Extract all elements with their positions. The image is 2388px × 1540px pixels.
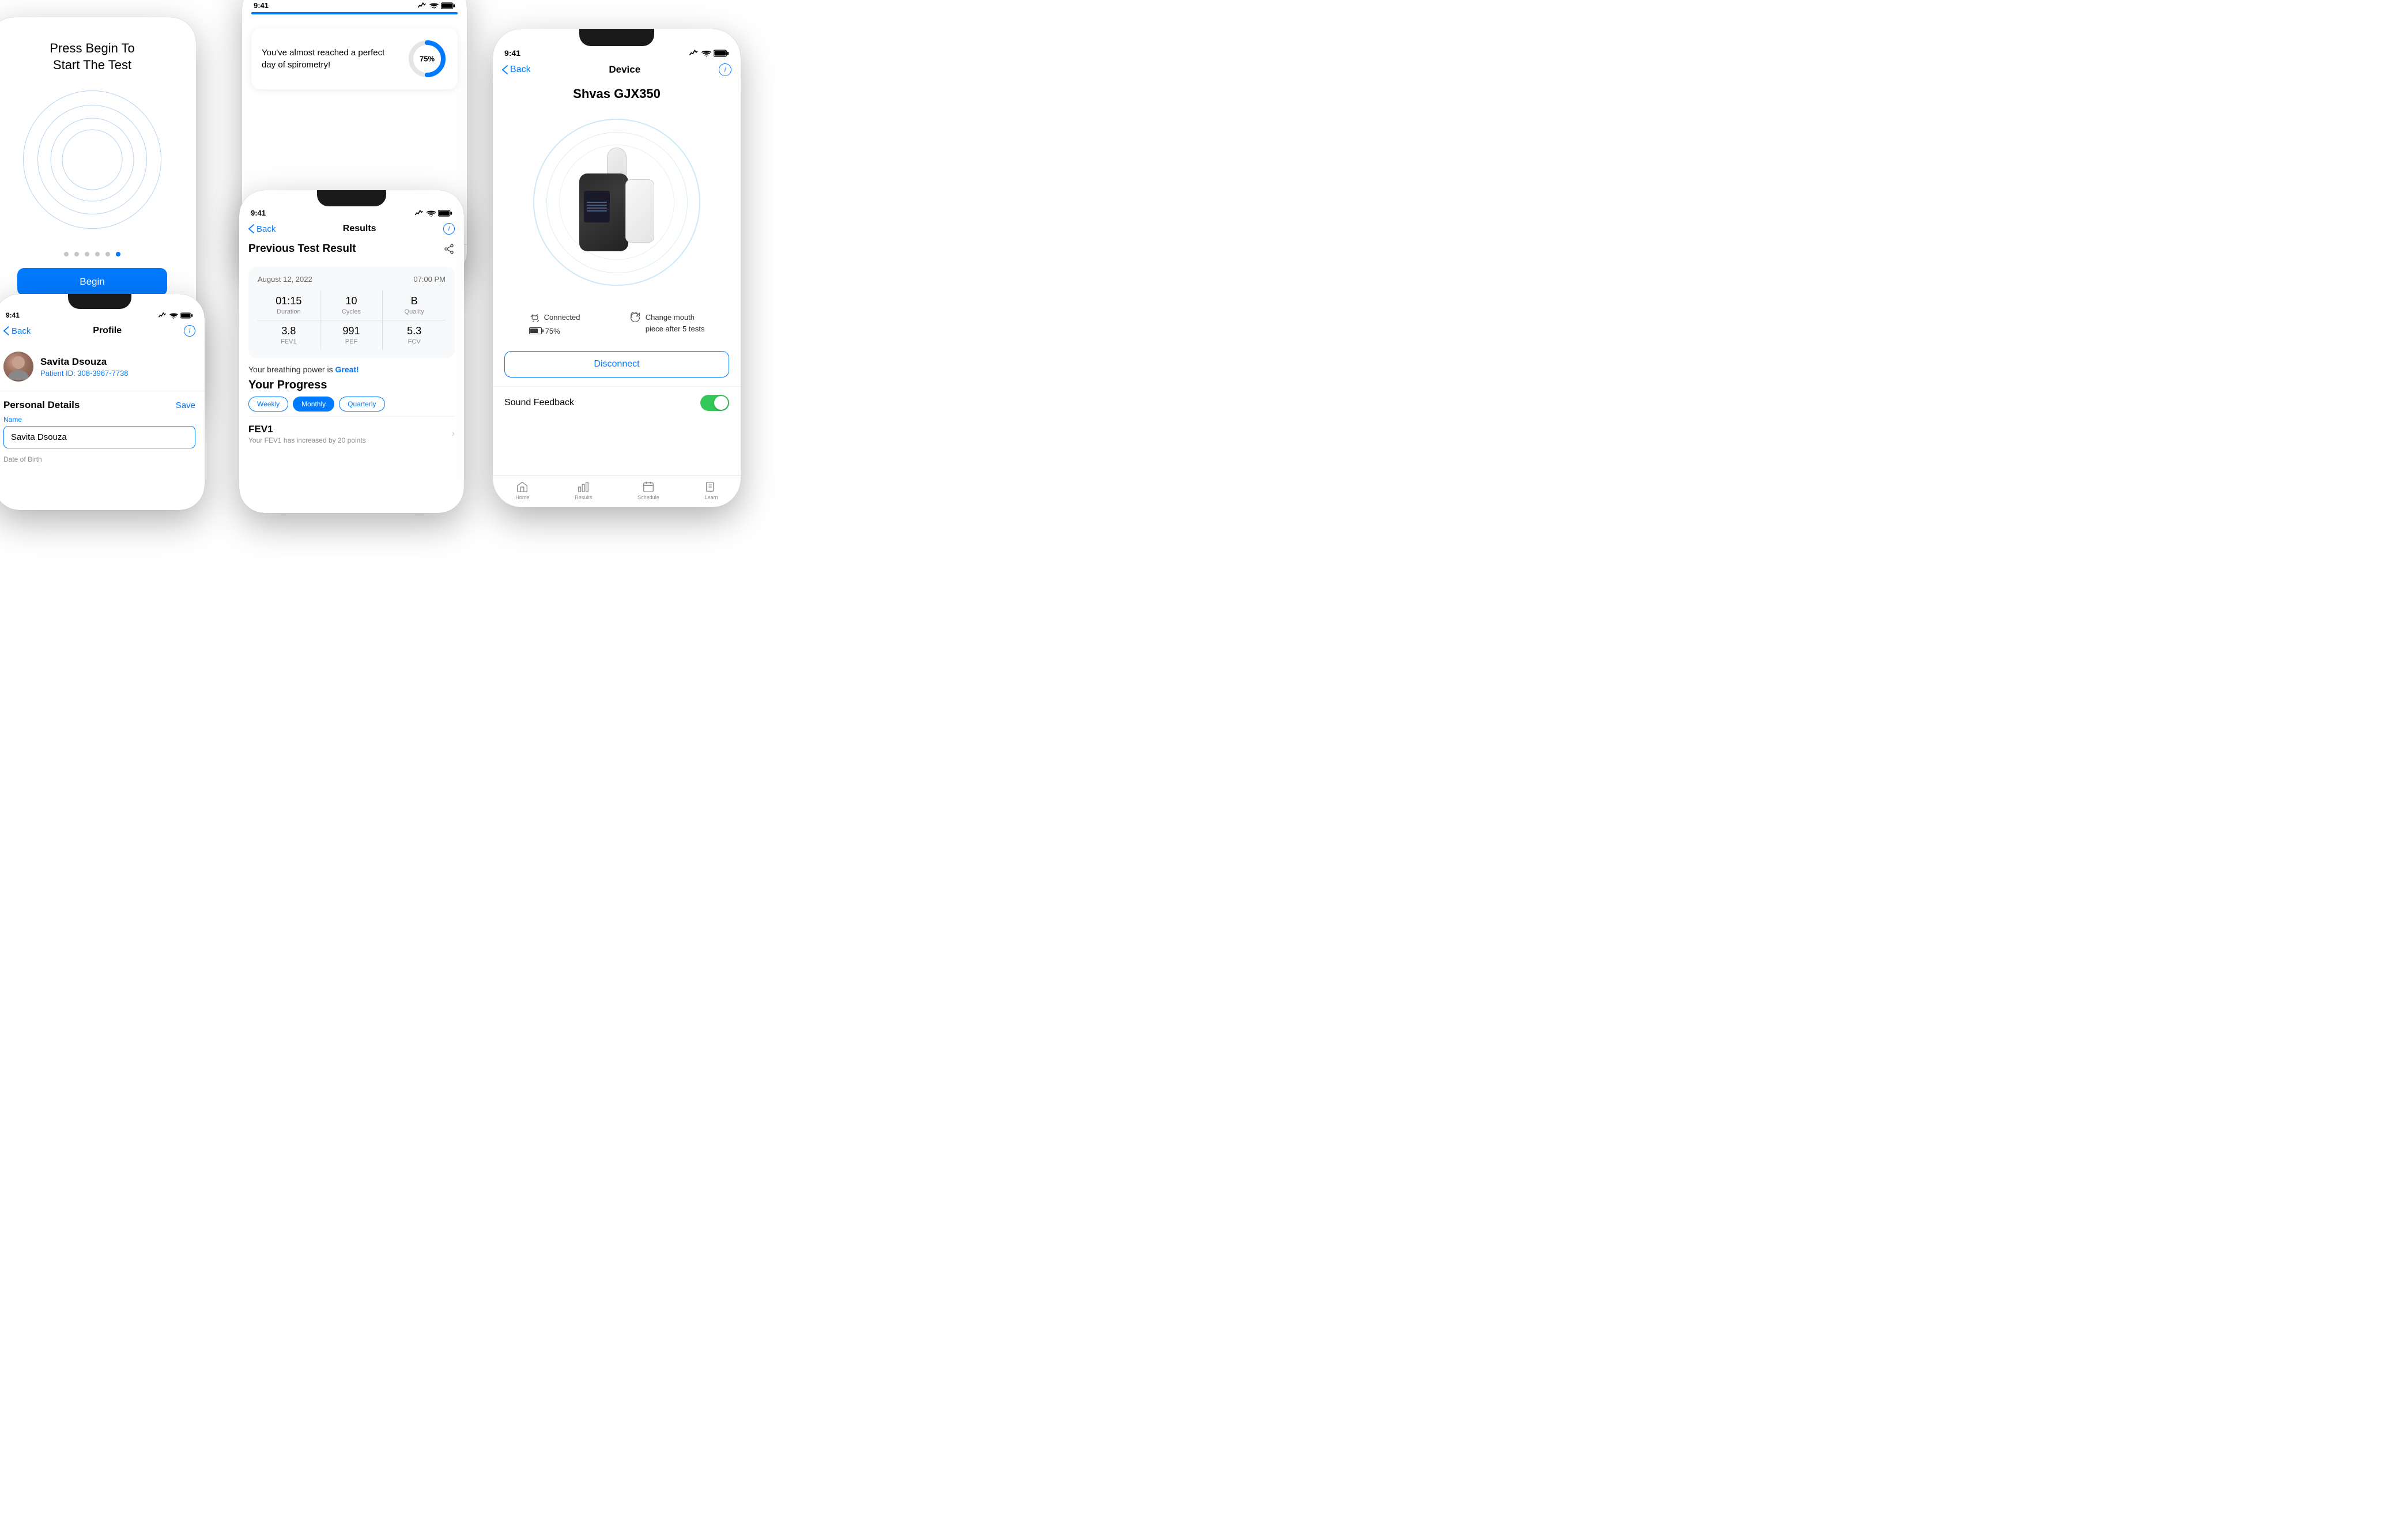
info-icon-device[interactable]: i xyxy=(719,63,731,76)
avatar xyxy=(3,352,33,382)
metrics-row-2: 3.8 FEV1 991 PEF 5.3 FCV xyxy=(258,320,446,350)
nav-learn-label-p5: Learn xyxy=(705,495,718,500)
cycles-label: Cycles xyxy=(342,308,361,315)
breathing-prefix: Your breathing power is xyxy=(248,365,335,374)
progress-donut: 75% xyxy=(407,39,447,79)
fcv-label: FCV xyxy=(408,338,421,345)
monthly-button[interactable]: Monthly xyxy=(293,397,334,412)
results-header: Back Results i xyxy=(239,220,464,240)
fev1-row-title: FEV1 xyxy=(248,424,366,435)
sound-feedback-label: Sound Feedback xyxy=(504,398,574,408)
nav-schedule-label-p5: Schedule xyxy=(637,495,659,500)
phone-results-screen: 9:41 Back Results i Previous Test Result xyxy=(239,190,464,513)
personal-details-section: Personal Details Save xyxy=(0,391,205,416)
back-label-device: Back xyxy=(510,65,531,75)
progress-description: You've almost reached a perfect day of s… xyxy=(262,47,398,71)
back-label-results: Back xyxy=(256,224,276,234)
breathing-quality: Great! xyxy=(335,365,359,374)
nav-schedule-p5[interactable]: Schedule xyxy=(637,481,659,500)
fev1-value: 3.8 xyxy=(281,325,296,337)
name-input[interactable] xyxy=(3,426,195,448)
quarterly-button[interactable]: Quarterly xyxy=(339,397,384,412)
info-icon-results[interactable]: i xyxy=(443,223,455,235)
progress-percent: 75% xyxy=(420,55,435,63)
breath-circle xyxy=(17,85,167,235)
profile-user-row: Savita Dsouza Patient ID: 308-3967-7738 xyxy=(0,342,205,391)
sound-feedback-row: Sound Feedback xyxy=(493,386,741,419)
personal-details-title: Personal Details xyxy=(3,399,80,411)
cycles-value: 10 xyxy=(345,295,357,307)
progress-section-title: Your Progress xyxy=(248,379,455,392)
result-time: 07:00 PM xyxy=(413,275,446,284)
connected-status: Connected 75% xyxy=(529,312,580,337)
phone-device-screen: 9:41 Back Device i Shvas GJX350 xyxy=(493,29,741,507)
nav-home-p5[interactable]: Home xyxy=(515,481,529,500)
phone-profile-screen: 9:41 Back Profile i xyxy=(0,294,205,510)
fev1-label: FEV1 xyxy=(281,338,297,345)
nav-results-label-p5: Results xyxy=(575,495,592,500)
change-mouthpiece-info: Change mouthpiece after 5 tests xyxy=(629,312,705,337)
metrics-row-1: 01:15 Duration 10 Cycles B Quality xyxy=(258,290,446,320)
nav-results-p5[interactable]: Results xyxy=(575,481,592,500)
device-info-row: Connected 75% Change mouthpiece after 5 … xyxy=(493,306,741,342)
patient-id: Patient ID: 308-3967-7738 xyxy=(40,369,129,378)
name-field-group: Name xyxy=(0,416,205,455)
connected-label: Connected xyxy=(544,312,580,323)
nav-home-label-p5: Home xyxy=(515,495,529,500)
duration-label: Duration xyxy=(277,308,301,315)
fcv-value: 5.3 xyxy=(407,325,421,337)
progress-card: You've almost reached a perfect day of s… xyxy=(251,28,458,89)
back-button-profile[interactable]: Back xyxy=(3,326,31,336)
fev1-row-subtitle: Your FEV1 has increased by 20 points xyxy=(248,436,366,444)
status-time-p5: 9:41 xyxy=(504,48,520,58)
period-selector: Weekly Monthly Quarterly xyxy=(248,397,455,412)
begin-title: Press Begin To Start The Test xyxy=(50,40,135,73)
breathing-power-text: Your breathing power is Great! xyxy=(248,365,455,374)
begin-button[interactable]: Begin xyxy=(17,268,167,296)
nav-learn-p5[interactable]: Learn xyxy=(705,481,718,500)
connected-icon xyxy=(529,313,541,322)
quality-label: Quality xyxy=(405,308,424,315)
status-time-p4: 9:41 xyxy=(6,311,20,319)
battery-info: 75% xyxy=(529,326,580,337)
device-page-title: Device xyxy=(609,64,640,76)
bottom-nav-bar-device: Home Results xyxy=(493,475,741,507)
weekly-button[interactable]: Weekly xyxy=(248,397,288,412)
refresh-icon xyxy=(629,312,641,323)
back-button-results[interactable]: Back xyxy=(248,224,276,234)
pef-label: PEF xyxy=(345,338,357,345)
sound-feedback-toggle[interactable] xyxy=(700,395,729,411)
status-time-p2: 9:41 xyxy=(254,1,269,10)
results-page-title: Results xyxy=(343,224,376,234)
status-time-p3: 9:41 xyxy=(251,209,266,217)
back-label-profile: Back xyxy=(12,326,31,336)
page-dots xyxy=(64,252,120,256)
result-card: August 12, 2022 07:00 PM 01:15 Duration … xyxy=(248,267,455,358)
back-button-device[interactable]: Back xyxy=(502,65,531,75)
device-image-area xyxy=(493,107,741,297)
user-name: Savita Dsouza xyxy=(40,356,129,368)
fev1-row[interactable]: FEV1 Your FEV1 has increased by 20 point… xyxy=(248,416,455,451)
pef-value: 991 xyxy=(342,325,360,337)
quality-value: B xyxy=(411,295,418,307)
info-icon-profile[interactable]: i xyxy=(184,325,195,337)
previous-result-title: Previous Test Result xyxy=(248,243,356,255)
name-field-label: Name xyxy=(3,416,195,424)
device-name: Shvas GJX350 xyxy=(493,82,741,101)
profile-page-title: Profile xyxy=(93,326,122,336)
result-date: August 12, 2022 xyxy=(258,275,312,284)
share-icon[interactable] xyxy=(443,243,455,255)
change-mouthpiece-label: Change mouthpiece after 5 tests xyxy=(646,312,705,334)
battery-percent: 75% xyxy=(545,326,560,337)
disconnect-button[interactable]: Disconnect xyxy=(504,351,729,378)
dob-label: Date of Birth xyxy=(0,455,205,463)
save-button[interactable]: Save xyxy=(176,401,195,410)
duration-value: 01:15 xyxy=(276,295,301,307)
fev1-chevron: › xyxy=(452,429,455,439)
